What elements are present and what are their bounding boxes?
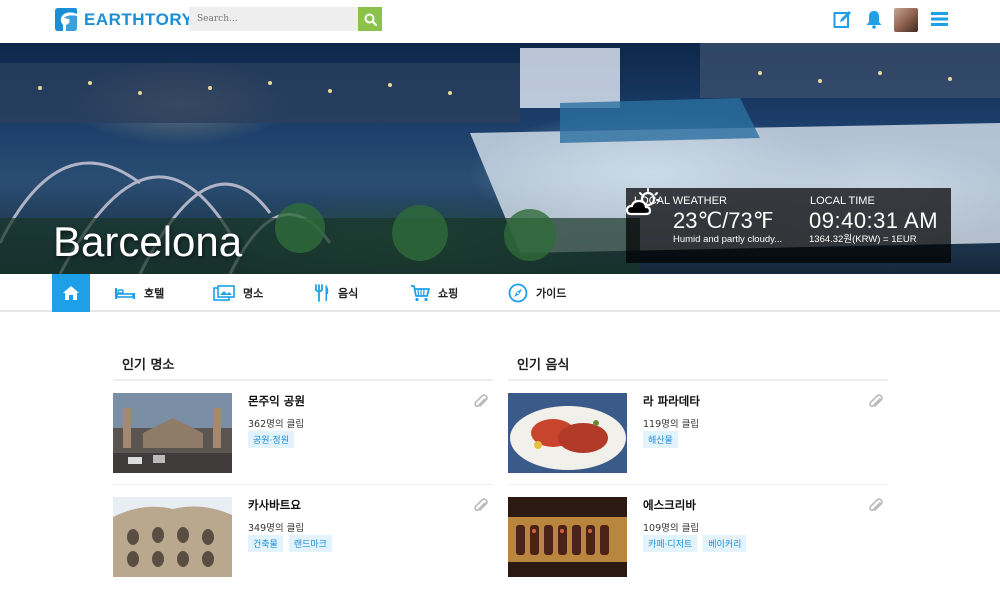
chocolate-photo (508, 497, 627, 577)
local-time: 09:40:31 AM (809, 208, 938, 234)
city-title: Barcelona (53, 218, 242, 266)
nav-item-hotel[interactable]: 호텔 (114, 274, 164, 312)
nav-label: 호텔 (144, 285, 164, 301)
place-name[interactable]: 카사바트요 (248, 497, 301, 513)
menu-icon (931, 11, 948, 27)
paperclip-icon[interactable] (868, 393, 884, 410)
time-panel: LOCAL TIME 09:40:31 AM 1364.32원(KRW) = 1… (802, 188, 951, 263)
popular-places-section: 인기 명소 몬주익 공원 362명의 클립 공원·정원 (113, 347, 493, 381)
category-tag[interactable]: 랜드마크 (289, 535, 332, 552)
clip-count: 362명의 클립 (248, 416, 304, 430)
top-header: EARTHTORY (0, 0, 1000, 43)
food-card-escriba[interactable]: 에스크리바 109명의 클립 카페·디저트 베이커리 (508, 487, 888, 591)
category-tag[interactable]: 건축물 (248, 535, 283, 552)
fork-knife-icon (314, 284, 330, 302)
food-thumbnail[interactable] (508, 393, 627, 473)
place-thumbnail[interactable] (113, 497, 232, 577)
exchange-rate: 1364.32원(KRW) = 1EUR (809, 235, 939, 245)
hero-banner: Barcelona LOCAL WEATHER 23℃/73℉ Humid an… (0, 43, 1000, 274)
category-tag[interactable]: 공원·정원 (248, 431, 294, 448)
partly-cloudy-icon (626, 188, 662, 218)
food-name[interactable]: 라 파라데타 (643, 393, 700, 409)
food-thumbnail[interactable] (508, 497, 627, 577)
menu-button[interactable] (929, 9, 949, 29)
edit-icon (833, 10, 852, 29)
clip-count: 119명의 클립 (643, 416, 699, 430)
avatar[interactable] (894, 8, 918, 32)
divider (508, 484, 888, 485)
weather-description: Humid and partly cloudy... (673, 235, 783, 245)
nav-item-attractions[interactable]: 명소 (213, 274, 263, 312)
montjuic-photo (113, 393, 232, 473)
food-card-la-paradeta[interactable]: 라 파라데타 119명의 클립 해산물 (508, 383, 888, 487)
nav-label: 쇼핑 (438, 285, 458, 301)
nav-label: 가이드 (536, 285, 566, 301)
bell-icon (865, 10, 883, 29)
notification-button[interactable] (864, 9, 884, 29)
popular-food-section: 인기 음식 라 파라데타 119명의 클립 해산물 (508, 347, 888, 381)
nav-item-guide[interactable]: 가이드 (508, 274, 566, 312)
logo-icon (53, 7, 78, 32)
casa-batllo-photo (113, 497, 232, 577)
clip-count: 349명의 클립 (248, 520, 304, 534)
bed-icon (114, 286, 136, 300)
compass-icon (508, 283, 528, 303)
tag-list: 카페·디저트 베이커리 (643, 535, 746, 552)
category-tag[interactable]: 해산물 (643, 431, 678, 448)
paperclip-icon[interactable] (868, 497, 884, 514)
nav-label: 명소 (243, 285, 263, 301)
place-thumbnail[interactable] (113, 393, 232, 473)
category-tag[interactable]: 카페·디저트 (643, 535, 697, 552)
lobster-photo (508, 393, 627, 473)
paperclip-icon[interactable] (473, 393, 489, 410)
divider (113, 484, 493, 485)
food-name[interactable]: 에스크리바 (643, 497, 696, 513)
logo[interactable]: EARTHTORY (53, 7, 193, 32)
tag-list: 해산물 (643, 431, 678, 448)
section-title: 인기 음식 (508, 347, 888, 381)
place-name[interactable]: 몬주익 공원 (248, 393, 305, 409)
weather-temperature: 23℃/73℉ (673, 208, 774, 234)
nav-label: 음식 (338, 285, 358, 301)
weather-panel: LOCAL WEATHER 23℃/73℉ Humid and partly c… (626, 188, 802, 263)
search-button[interactable] (358, 7, 382, 31)
tag-list: 건축물 랜드마크 (248, 535, 332, 552)
place-card-casa-batllo[interactable]: 카사바트요 349명의 클립 건축물 랜드마크 (113, 487, 493, 591)
picture-icon (213, 285, 235, 301)
section-title: 인기 명소 (113, 347, 493, 381)
write-button[interactable] (832, 9, 852, 29)
nav-item-food[interactable]: 음식 (314, 274, 358, 312)
time-title: LOCAL TIME (810, 195, 875, 207)
tag-list: 공원·정원 (248, 431, 294, 448)
home-icon (62, 285, 80, 301)
clip-count: 109명의 클립 (643, 520, 699, 534)
place-card-montjuic[interactable]: 몬주익 공원 362명의 클립 공원·정원 (113, 383, 493, 487)
home-button[interactable] (52, 274, 90, 312)
search-bar (189, 7, 382, 31)
paperclip-icon[interactable] (473, 497, 489, 514)
nav-item-shopping[interactable]: 쇼핑 (410, 274, 458, 312)
search-input[interactable] (189, 7, 358, 31)
category-tag[interactable]: 베이커리 (703, 535, 746, 552)
logo-text: EARTHTORY (84, 10, 193, 30)
category-nav: 호텔 명소 음식 쇼핑 가이 (0, 274, 1000, 312)
cart-icon (410, 285, 430, 302)
search-icon (364, 13, 377, 26)
